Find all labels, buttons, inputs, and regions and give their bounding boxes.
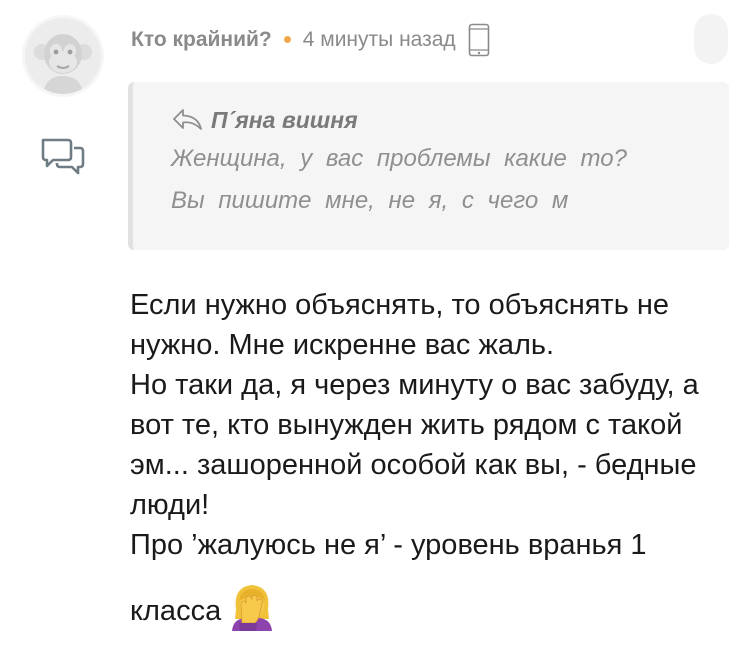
- quoted-reply[interactable]: П´яна вишня Женщина, у вас проблемы каки…: [128, 82, 729, 250]
- body-paragraph-2: Но таки да, я через минуту о вас забуду,…: [130, 369, 699, 521]
- body-paragraph-1: Если нужно объяснять, то объяснять не ну…: [130, 289, 670, 361]
- comment-timestamp[interactable]: 4 минуты назад: [303, 28, 456, 52]
- comment-body: Если нужно объяснять, то объяснять не ну…: [130, 285, 740, 631]
- comment-card: Кто крайний? 4 минуты назад П´яна вишня …: [0, 0, 750, 660]
- speech-bubbles-icon[interactable]: [40, 136, 86, 176]
- quote-text-line-1: Женщина, у вас проблемы какие то?: [171, 145, 627, 172]
- monkey-avatar-icon[interactable]: [22, 15, 104, 97]
- body-paragraph-4: класса: [130, 595, 222, 627]
- body-paragraph-3: Про ’жалуюсь не я’ - уровень вранья 1: [130, 529, 647, 561]
- phone-icon: [468, 23, 489, 57]
- quote-author-row: П´яна вишня: [171, 104, 729, 136]
- comment-header: Кто крайний? 4 минуты назад: [131, 23, 490, 57]
- quote-author[interactable]: П´яна вишня: [211, 107, 358, 134]
- reply-arrow-icon: [173, 109, 202, 130]
- woman-facepalming-emoji: [232, 585, 273, 631]
- separator-dot: [283, 35, 291, 43]
- body-last-line: класса: [130, 579, 740, 631]
- quote-text-line-2: Вы пишите мне, не я, с чего м: [171, 187, 569, 214]
- comment-menu-button[interactable]: [694, 14, 728, 64]
- author-name[interactable]: Кто крайний?: [131, 28, 272, 52]
